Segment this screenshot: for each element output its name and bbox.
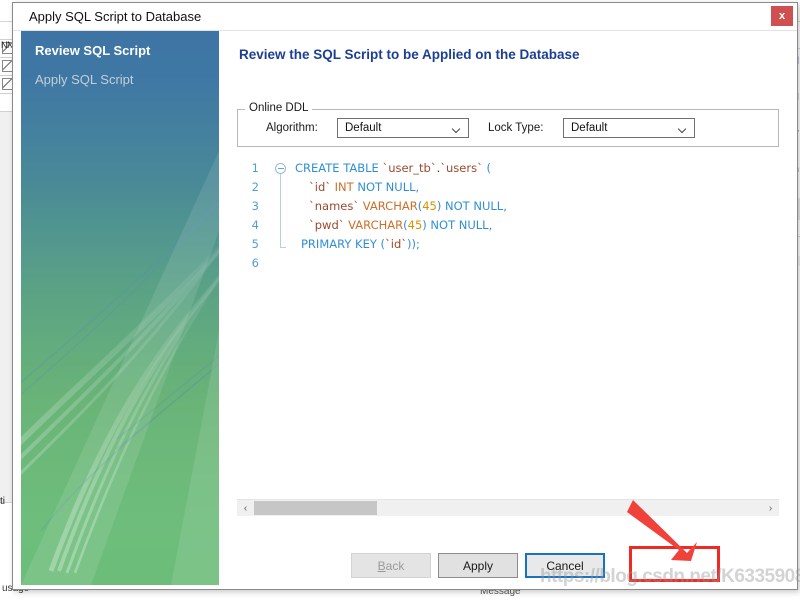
code-text: `pwd` VARCHAR(45) NOT NULL, <box>309 218 492 232</box>
close-icon[interactable]: x <box>771 6 793 26</box>
code-token: PRIMARY KEY <box>301 237 377 251</box>
code-token: VARCHAR <box>348 218 404 232</box>
code-text: CREATE TABLE `user_tb`.`users` ( <box>295 161 491 175</box>
algorithm-select[interactable]: Default <box>337 118 469 138</box>
algorithm-select-value: Default <box>345 122 382 134</box>
code-token: NOT NULL <box>445 199 504 213</box>
code-token: ( <box>482 161 491 175</box>
code-token: , <box>488 218 493 232</box>
back-label-rest: ack <box>385 558 405 573</box>
code-token: `names` <box>309 199 360 213</box>
sql-script-editor[interactable]: 1 CREATE TABLE `user_tb`.`users` ( 2 `id` I… <box>237 159 779 499</box>
code-fold-line <box>280 174 281 247</box>
line-number: 4 <box>251 218 259 232</box>
line-number: 3 <box>251 199 259 213</box>
code-fold-toggle-icon[interactable] <box>275 163 286 174</box>
lock-type-select-value: Default <box>571 122 608 134</box>
online-ddl-legend: Online DDL <box>245 102 313 114</box>
algorithm-label: Algorithm: <box>266 122 318 134</box>
cancel-button[interactable]: Cancel <box>525 553 605 578</box>
code-text: `names` VARCHAR(45) NOT NULL, <box>309 199 507 213</box>
code-text: PRIMARY KEY (`id`)); <box>301 237 420 251</box>
code-token: `user_tb` <box>382 161 437 175</box>
code-fold-hook <box>280 247 286 248</box>
code-token: , <box>415 180 420 194</box>
dialog-title: Apply SQL Script to Database <box>29 9 202 24</box>
code-token: `id` <box>309 180 331 194</box>
wizard-step-sidebar: Review SQL Script Apply SQL Script <box>21 31 219 585</box>
apply-sql-script-dialog: Apply SQL Script to Database x Review SQ… <box>12 2 798 590</box>
code-token: NOT NULL <box>430 218 489 232</box>
dialog-titlebar: Apply SQL Script to Database <box>13 3 797 31</box>
code-token: `users` <box>440 161 483 175</box>
decorative-swoosh-graphic <box>21 151 219 585</box>
code-token: CREATE TABLE <box>295 161 383 175</box>
back-button-label: Back <box>378 559 405 573</box>
line-number: 1 <box>251 161 259 175</box>
scrollbar-thumb[interactable] <box>254 501 377 515</box>
code-token: , <box>503 199 507 213</box>
line-number: 6 <box>251 256 259 270</box>
lock-type-select[interactable]: Default <box>563 118 695 138</box>
code-token: `id` <box>385 237 408 251</box>
line-number: 5 <box>251 237 259 251</box>
code-token: `pwd` <box>309 218 345 232</box>
code-token: 45 <box>422 199 437 213</box>
line-number: 2 <box>251 180 259 194</box>
code-token: ( <box>376 237 386 251</box>
editor-horizontal-scrollbar[interactable]: ‹ › <box>237 499 779 516</box>
code-text: `id` INT NOT NULL, <box>309 180 419 194</box>
chevron-down-icon <box>453 126 460 130</box>
code-token: VARCHAR <box>362 199 418 213</box>
back-button: Back <box>351 553 431 578</box>
back-accel-letter: B <box>377 558 386 573</box>
scroll-left-icon[interactable]: ‹ <box>237 500 254 516</box>
background-label-ti: ti <box>0 496 5 507</box>
code-token: )); <box>407 237 420 251</box>
chevron-down-icon <box>679 126 686 130</box>
scroll-right-icon[interactable]: › <box>762 500 779 516</box>
code-token: INT <box>334 180 354 194</box>
apply-button[interactable]: Apply <box>438 553 518 578</box>
code-token: 45 <box>407 218 423 232</box>
dialog-content-pane: Review the SQL Script to be Applied on t… <box>219 31 797 585</box>
page-title: Review the SQL Script to be Applied on t… <box>239 47 580 62</box>
sidebar-item-review-sql-script[interactable]: Review SQL Script <box>35 43 150 58</box>
sidebar-item-apply-sql-script[interactable]: Apply SQL Script <box>35 72 134 87</box>
code-token: NOT NULL <box>357 180 416 194</box>
lock-type-label: Lock Type: <box>488 122 544 134</box>
